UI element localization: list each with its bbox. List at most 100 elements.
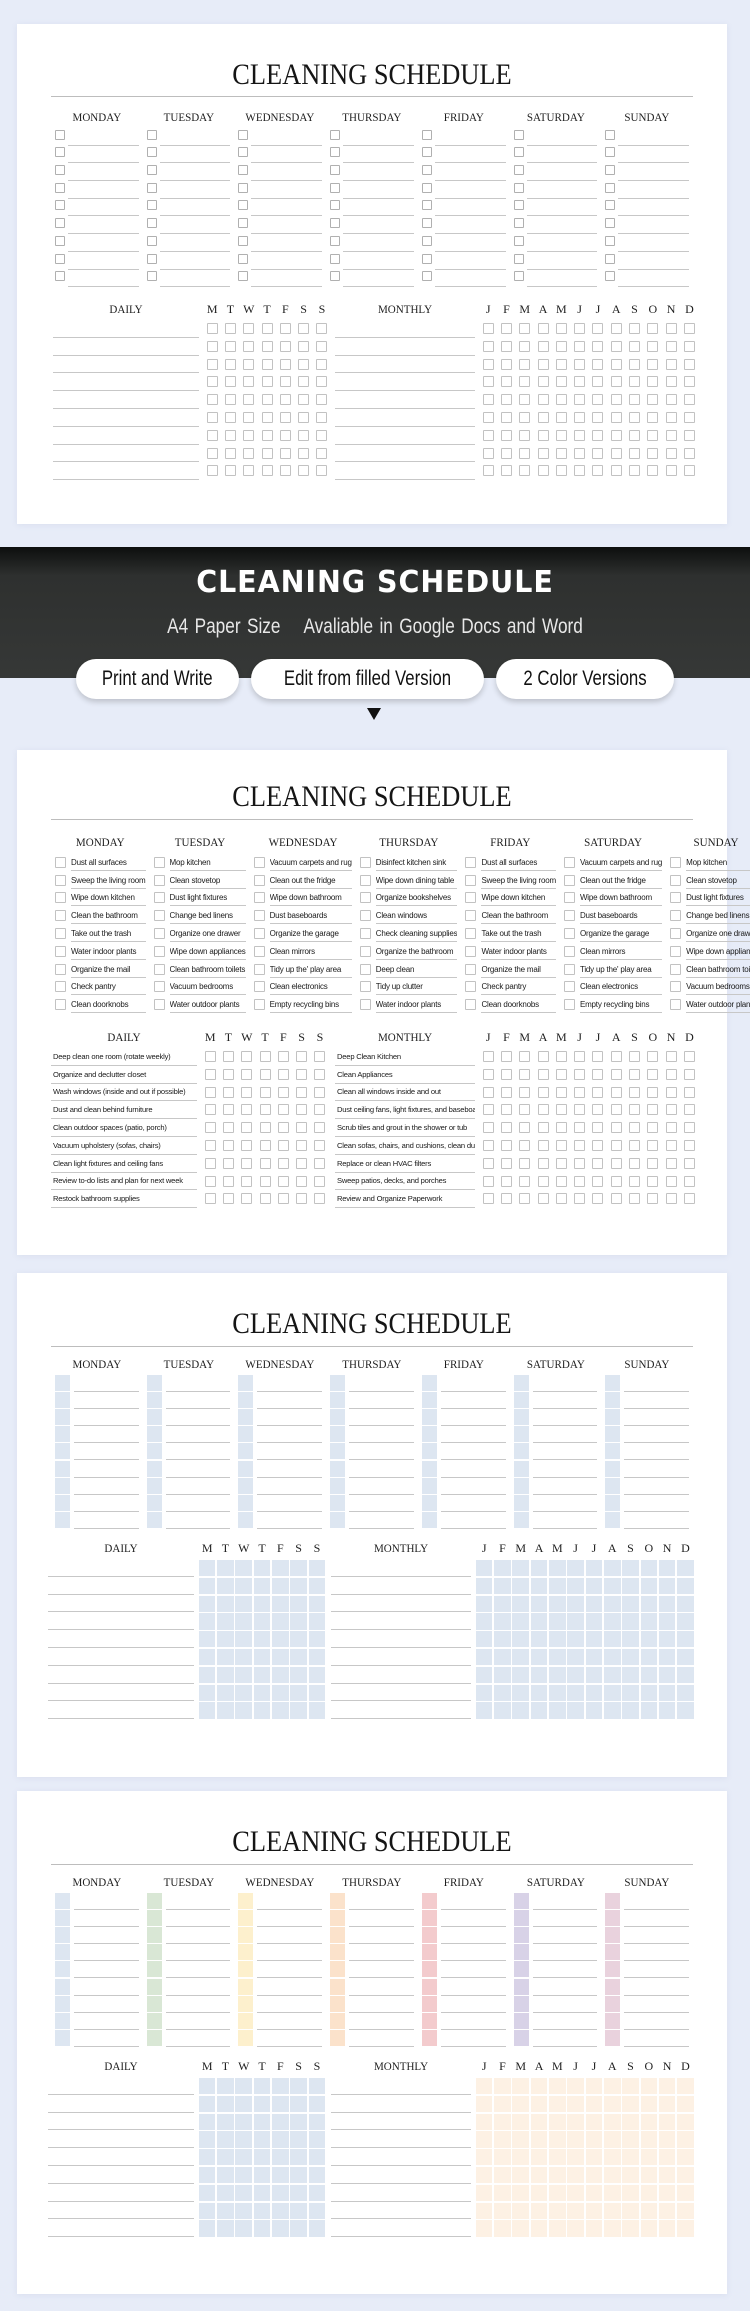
period-checkbox[interactable] bbox=[658, 1702, 676, 1719]
task-checkbox[interactable] bbox=[359, 963, 371, 975]
period-checkbox[interactable] bbox=[549, 1684, 566, 1701]
task-line[interactable] bbox=[257, 1927, 323, 1945]
period-checkbox[interactable] bbox=[647, 1175, 659, 1187]
task-line[interactable] bbox=[440, 1495, 506, 1512]
task-checkbox[interactable] bbox=[238, 1392, 254, 1409]
task-checkbox[interactable] bbox=[153, 999, 165, 1011]
period-checkbox[interactable] bbox=[622, 1560, 639, 1577]
task-checkbox[interactable] bbox=[330, 1978, 346, 1995]
period-checkbox[interactable] bbox=[537, 340, 549, 352]
task-line[interactable] bbox=[165, 2013, 231, 2030]
period-checkbox[interactable] bbox=[683, 394, 695, 406]
period-checkbox[interactable] bbox=[585, 1684, 603, 1701]
period-checkbox[interactable] bbox=[629, 1104, 641, 1116]
period-checkbox[interactable] bbox=[277, 1104, 289, 1116]
task-line[interactable] bbox=[349, 2013, 414, 2030]
task-checkbox[interactable] bbox=[55, 271, 65, 282]
period-checkbox[interactable] bbox=[603, 1702, 621, 1719]
task-checkbox[interactable] bbox=[330, 1477, 346, 1494]
period-checkbox[interactable] bbox=[279, 465, 291, 477]
task-checkbox[interactable] bbox=[330, 1426, 346, 1443]
task-checkbox[interactable] bbox=[605, 1409, 621, 1426]
daily-task-line[interactable] bbox=[53, 356, 199, 374]
period-checkbox[interactable] bbox=[314, 1139, 326, 1151]
period-checkbox[interactable] bbox=[622, 1666, 639, 1683]
task-checkbox[interactable] bbox=[513, 1477, 529, 1494]
period-checkbox[interactable] bbox=[482, 1139, 494, 1151]
period-checkbox[interactable] bbox=[530, 2166, 548, 2184]
period-checkbox[interactable] bbox=[677, 1613, 694, 1630]
period-checkbox[interactable] bbox=[308, 1595, 326, 1612]
task-line[interactable] bbox=[74, 1460, 139, 1478]
period-checkbox[interactable] bbox=[585, 1631, 603, 1648]
monthly-task-line[interactable] bbox=[335, 445, 475, 463]
period-checkbox[interactable] bbox=[206, 340, 218, 352]
period-checkbox[interactable] bbox=[549, 2184, 566, 2201]
period-checkbox[interactable] bbox=[217, 1702, 234, 1719]
period-checkbox[interactable] bbox=[519, 1122, 531, 1134]
period-checkbox[interactable] bbox=[585, 2078, 603, 2095]
task-line[interactable] bbox=[532, 2013, 598, 2030]
period-checkbox[interactable] bbox=[279, 358, 291, 370]
task-checkbox[interactable] bbox=[563, 963, 575, 975]
task-line[interactable] bbox=[532, 1927, 598, 1945]
period-checkbox[interactable] bbox=[610, 447, 622, 459]
period-checkbox[interactable] bbox=[530, 1666, 548, 1683]
period-checkbox[interactable] bbox=[647, 323, 659, 334]
period-checkbox[interactable] bbox=[658, 2113, 676, 2130]
daily-task-line[interactable] bbox=[48, 1684, 194, 1702]
task-line[interactable] bbox=[349, 1443, 414, 1461]
period-checkbox[interactable] bbox=[241, 1193, 253, 1205]
task-line[interactable] bbox=[74, 1443, 139, 1461]
period-checkbox[interactable] bbox=[512, 1560, 530, 1577]
task-line[interactable] bbox=[165, 1478, 231, 1495]
period-checkbox[interactable] bbox=[519, 1068, 531, 1080]
daily-task-line[interactable] bbox=[53, 427, 199, 445]
task-line[interactable] bbox=[165, 1910, 231, 1928]
period-checkbox[interactable] bbox=[512, 2149, 530, 2166]
period-checkbox[interactable] bbox=[253, 1631, 271, 1648]
period-checkbox[interactable] bbox=[567, 2078, 584, 2095]
period-checkbox[interactable] bbox=[567, 1595, 584, 1612]
task-checkbox[interactable] bbox=[513, 1426, 529, 1443]
task-checkbox[interactable] bbox=[153, 927, 165, 939]
task-line[interactable] bbox=[257, 1392, 323, 1410]
task-checkbox[interactable] bbox=[146, 1392, 162, 1409]
task-line[interactable] bbox=[618, 270, 689, 288]
task-line[interactable] bbox=[532, 1996, 598, 2013]
period-checkbox[interactable] bbox=[198, 2220, 216, 2237]
period-checkbox[interactable] bbox=[677, 2131, 694, 2148]
daily-task-line[interactable] bbox=[53, 338, 199, 356]
period-checkbox[interactable] bbox=[217, 2149, 234, 2166]
period-checkbox[interactable] bbox=[592, 1157, 604, 1169]
period-checkbox[interactable] bbox=[610, 358, 622, 370]
period-checkbox[interactable] bbox=[494, 1684, 511, 1701]
period-checkbox[interactable] bbox=[567, 2131, 584, 2148]
task-line[interactable] bbox=[440, 1426, 506, 1444]
task-line[interactable]: Water outdoor plants bbox=[169, 995, 246, 1014]
task-checkbox[interactable] bbox=[563, 892, 575, 904]
task-checkbox[interactable] bbox=[605, 1961, 621, 1978]
period-checkbox[interactable] bbox=[658, 2149, 676, 2166]
period-checkbox[interactable] bbox=[603, 2220, 621, 2237]
period-checkbox[interactable] bbox=[308, 2113, 326, 2130]
period-checkbox[interactable] bbox=[610, 1122, 622, 1134]
task-line[interactable]: Deep clean bbox=[375, 960, 458, 978]
period-checkbox[interactable] bbox=[494, 1560, 511, 1577]
task-checkbox[interactable] bbox=[421, 1443, 437, 1460]
task-line[interactable]: Wipe down appliances bbox=[169, 942, 246, 960]
daily-task-line[interactable] bbox=[53, 320, 199, 338]
period-checkbox[interactable] bbox=[261, 465, 273, 477]
period-checkbox[interactable] bbox=[500, 429, 512, 441]
period-checkbox[interactable] bbox=[253, 1595, 271, 1612]
period-checkbox[interactable] bbox=[585, 2149, 603, 2166]
task-line[interactable]: Mop kitchen bbox=[169, 853, 246, 871]
period-checkbox[interactable] bbox=[549, 2113, 566, 2130]
period-checkbox[interactable] bbox=[279, 340, 291, 352]
monthly-task-line[interactable] bbox=[335, 373, 475, 392]
period-checkbox[interactable] bbox=[592, 1122, 604, 1134]
monthly-task-line[interactable] bbox=[335, 356, 475, 374]
period-checkbox[interactable] bbox=[585, 1702, 603, 1719]
period-checkbox[interactable] bbox=[277, 1122, 289, 1134]
monthly-task-line[interactable] bbox=[331, 2113, 471, 2131]
